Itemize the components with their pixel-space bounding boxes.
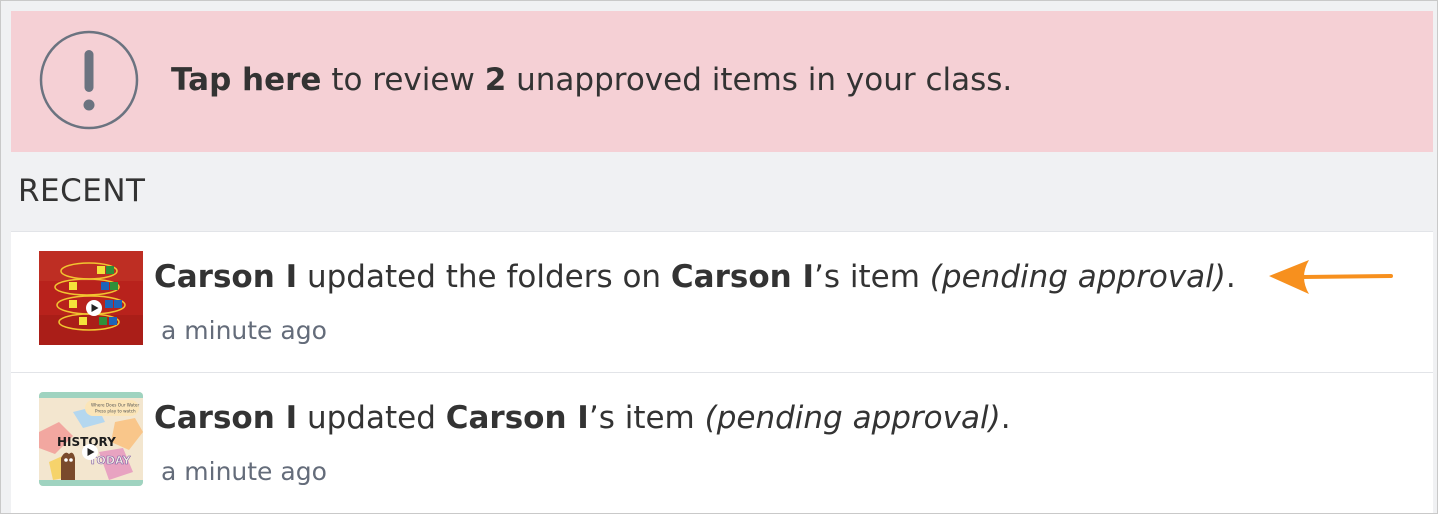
activity-end: . [1225, 259, 1236, 295]
arrow-left-icon [1269, 260, 1393, 294]
actor-name: Carson I [154, 259, 298, 295]
pending-status: (pending approval) [929, 259, 1226, 295]
owner-name: Carson I [445, 400, 589, 436]
pending-status: (pending approval) [704, 400, 1001, 436]
activity-suffix: ’s item [814, 259, 930, 295]
thumbnail-caption: Where Does Our Water [91, 403, 139, 408]
activity-text: Carson I updated Carson I’s item (pendin… [154, 395, 1011, 441]
alert-lead: Tap here [171, 62, 322, 98]
actor-name: Carson I [154, 400, 298, 436]
exclamation-circle-icon [39, 30, 139, 130]
activity-end: . [1000, 400, 1011, 436]
alert-tail: unapproved items in your class. [506, 62, 1013, 98]
unapproved-items-alert[interactable]: Tap here to review 2 unapproved items in… [11, 11, 1433, 152]
activity-item[interactable]: Where Does Our Water Press play to watch… [11, 372, 1433, 513]
activity-suffix: ’s item [588, 400, 705, 436]
thumbnail-caption: Press play to watch [95, 409, 136, 414]
alert-count: 2 [484, 62, 507, 98]
activity-timestamp: a minute ago [161, 316, 327, 345]
alert-message: Tap here to review 2 unapproved items in… [171, 55, 1012, 105]
activity-panel: Tap here to review 2 unapproved items in… [0, 0, 1438, 514]
activity-action: updated [297, 400, 446, 436]
activity-action: updated the folders on [297, 259, 671, 295]
video-thumbnail[interactable] [39, 251, 143, 345]
activity-text: Carson I updated the folders on Carson I… [154, 254, 1236, 300]
activity-item[interactable]: Carson I updated the folders on Carson I… [11, 232, 1433, 372]
video-thumbnail[interactable]: Where Does Our Water Press play to watch… [39, 392, 143, 486]
recent-activity-list: Carson I updated the folders on Carson I… [11, 231, 1433, 513]
recent-heading: RECENT [18, 173, 146, 209]
activity-timestamp: a minute ago [161, 457, 327, 486]
owner-name: Carson I [670, 259, 815, 295]
alert-mid: to review [321, 62, 485, 98]
